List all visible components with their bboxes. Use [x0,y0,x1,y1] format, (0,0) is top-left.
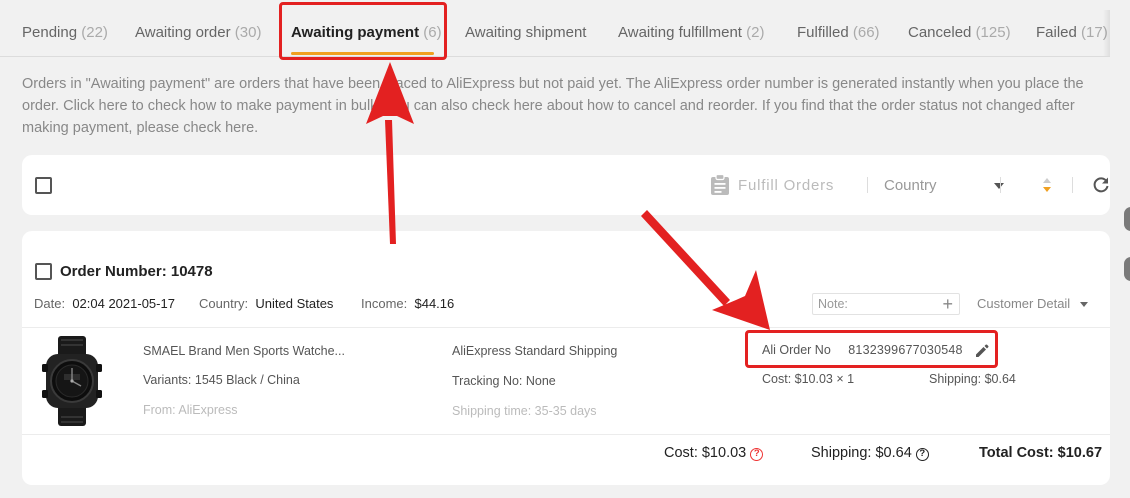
annotation-highlight-tab [279,2,447,60]
divider [1072,177,1073,193]
divider [22,434,1110,435]
orders-toolbar: Fulfill Orders Country [22,155,1110,215]
tab-count: (30) [234,24,262,41]
country-select[interactable]: Country [884,169,1004,201]
select-all-checkbox[interactable] [35,177,52,194]
tab-canceled[interactable]: Canceled (125) [908,24,1011,41]
tab-label: Fulfilled [797,24,849,41]
order-date-value: 02:04 2021-05-17 [72,296,175,311]
order-number-title: Order Number: 10478 [60,263,213,280]
tab-label: Awaiting order [135,24,231,41]
customer-detail-label: Customer Detail [977,296,1071,311]
tab-awaiting-fulfillment[interactable]: Awaiting fulfillment (2) [618,24,764,41]
tab-count: (125) [975,24,1011,41]
shipping-method[interactable]: AliExpress Standard Shipping [452,344,617,358]
product-name-link[interactable]: SMAEL Brand Men Sports Watche... [143,344,345,358]
scroll-edge-control[interactable] [1124,257,1130,281]
order-date-label: Date: [34,296,66,311]
help-circle-icon[interactable]: ? [915,448,929,461]
country-select-label: Country [884,177,937,194]
refresh-icon[interactable] [1091,175,1111,195]
tab-awaiting-shipment[interactable]: Awaiting shipment [465,24,586,41]
total-cost-summary: Cost: $10.03? [664,445,764,461]
tab-awaiting-order[interactable]: Awaiting order (30) [135,24,261,41]
note-input[interactable]: Note: + [812,293,960,315]
order-checkbox[interactable] [35,263,52,280]
tab-failed[interactable]: Failed (17) [1036,24,1108,41]
divider [867,177,868,193]
customer-detail-toggle[interactable]: Customer Detail [977,296,1089,311]
unit-cost: Cost: $10.03 × 1 [762,372,855,386]
order-income-label: Income: [361,296,408,311]
tab-label: Failed [1036,24,1077,41]
order-status-tabs: Pending (22) Awaiting order (30) Awaitin… [0,0,1110,57]
tracking-number: Tracking No: None [452,374,556,388]
tab-label: Pending [22,24,78,41]
tab-count: (66) [852,24,880,41]
annotation-highlight-ali-order [745,330,998,368]
chevron-down-icon [1080,302,1089,308]
order-income: Income: $44.16 [361,296,454,311]
order-total-cost: Total Cost: $10.67 [979,445,1103,461]
fulfill-orders-label: Fulfill Orders [738,176,835,194]
sort-icon[interactable] [1041,175,1053,195]
total-shipping-summary: Shipping: $0.64? [811,445,929,461]
tabs-scroll-shadow [1103,10,1110,56]
tab-pending[interactable]: Pending (22) [22,24,108,41]
chevron-down-icon [994,183,1004,189]
fulfill-orders-button[interactable]: Fulfill Orders [710,173,834,197]
tab-fulfilled[interactable]: Fulfilled (66) [797,24,880,41]
product-source: From: AliExpress [143,403,238,417]
divider [1000,177,1001,193]
order-country-value: United States [255,296,334,311]
order-income-value: $44.16 [414,296,455,311]
product-watch-image[interactable] [40,336,104,426]
status-description: Orders in "Awaiting payment" are orders … [22,76,1084,136]
note-placeholder: Note: [818,297,848,311]
add-note-icon[interactable]: + [942,293,953,315]
order-country: Country: United States [199,296,333,311]
tab-label: Awaiting fulfillment [618,24,742,41]
tab-label: Awaiting shipment [465,24,587,41]
divider [22,327,1110,328]
tab-count: (2) [746,24,765,41]
scroll-edge-control[interactable] [1124,207,1130,231]
order-cost: Cost: $10.03 [664,445,747,461]
shipping-time: Shipping time: 35-35 days [452,404,597,418]
clipboard-icon [711,174,729,195]
item-shipping-cost: Shipping: $0.64 [929,372,1016,386]
order-date: Date: 02:04 2021-05-17 [34,296,175,311]
help-circle-icon[interactable]: ? [750,448,764,461]
product-variants: Variants: 1545 Black / China [143,373,300,387]
order-shipping: Shipping: $0.64 [811,445,912,461]
order-country-label: Country: [199,296,249,311]
tab-label: Canceled [908,24,972,41]
tab-count: (22) [81,24,108,41]
